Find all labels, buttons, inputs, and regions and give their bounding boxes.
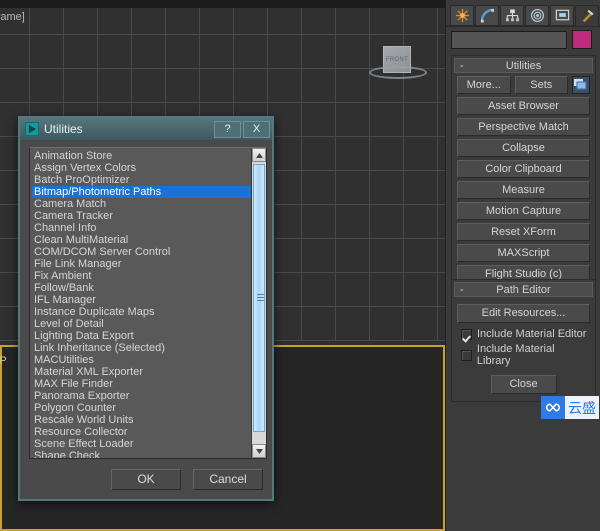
scrollbar-thumb[interactable] bbox=[253, 164, 265, 432]
display-tab[interactable] bbox=[550, 5, 574, 26]
viewcube-ring-icon[interactable] bbox=[369, 66, 427, 79]
include-material-editor-row[interactable]: Include Material Editor bbox=[452, 326, 595, 341]
utilities-list[interactable]: Animation Store Assign Vertex Colors Batch… bbox=[29, 147, 267, 459]
utilities-top-button-row: More... Sets bbox=[452, 76, 595, 97]
ok-button[interactable]: OK bbox=[111, 469, 181, 490]
list-item[interactable]: Assign Vertex Colors bbox=[32, 162, 251, 174]
watermark-badge: 云盛 bbox=[541, 396, 599, 419]
infinity-cloud-icon bbox=[541, 396, 565, 419]
object-name-row bbox=[451, 30, 592, 49]
wheel-icon bbox=[530, 9, 544, 22]
list-item[interactable]: Camera Tracker bbox=[32, 210, 251, 222]
path-editor-rollout-header[interactable]: - Path Editor bbox=[454, 282, 593, 297]
list-item[interactable]: File Link Manager bbox=[32, 258, 251, 270]
asset-browser-button[interactable]: Asset Browser bbox=[457, 97, 590, 115]
list-item[interactable]: Channel Info bbox=[32, 222, 251, 234]
path-editor-rollout: - Path Editor Edit Resources... Include … bbox=[451, 279, 596, 402]
sets-button[interactable]: Sets bbox=[514, 76, 568, 94]
list-item[interactable]: Clean MultiMaterial bbox=[32, 234, 251, 246]
include-material-editor-checkbox[interactable] bbox=[461, 328, 472, 340]
path-editor-close-button[interactable]: Close bbox=[490, 375, 557, 394]
list-item[interactable]: Scene Effect Loader bbox=[32, 438, 251, 450]
sets-config-icon[interactable] bbox=[572, 76, 590, 94]
list-item[interactable]: Link Inheritance (Selected) bbox=[32, 342, 251, 354]
help-button[interactable]: ? bbox=[214, 120, 241, 138]
cancel-button[interactable]: Cancel bbox=[193, 469, 263, 490]
list-item[interactable]: Lighting Data Export bbox=[32, 330, 251, 342]
viewport-label-front[interactable]: [Wireframe] bbox=[0, 11, 25, 23]
include-material-library-label: Include Material Library bbox=[476, 343, 555, 367]
monitor-icon bbox=[555, 9, 569, 21]
list-item[interactable]: MAX File Finder bbox=[32, 378, 251, 390]
hierarchy-icon bbox=[505, 9, 519, 22]
object-name-input[interactable] bbox=[451, 30, 567, 49]
dialog-title: Utilities bbox=[44, 122, 83, 136]
utilities-rollout: - Utilities More... Sets Asset Browser P… bbox=[451, 55, 596, 290]
list-item[interactable]: Material XML Exporter bbox=[32, 366, 251, 378]
app-icon bbox=[25, 122, 39, 136]
modify-tab[interactable] bbox=[475, 5, 499, 26]
reset-xform-button[interactable]: Reset XForm bbox=[457, 223, 590, 241]
dialog-body: Animation Store Assign Vertex Colors Batch… bbox=[20, 140, 272, 499]
command-panel: - Utilities More... Sets Asset Browser P… bbox=[445, 0, 600, 531]
color-clipboard-button[interactable]: Color Clipboard bbox=[457, 160, 590, 178]
collapse-button[interactable]: Collapse bbox=[457, 139, 590, 157]
list-scrollbar[interactable] bbox=[251, 148, 266, 458]
path-editor-rollout-title: Path Editor bbox=[496, 284, 551, 296]
list-item[interactable]: Instance Duplicate Maps bbox=[32, 306, 251, 318]
list-item[interactable]: Bitmap/Photometric Paths bbox=[32, 186, 251, 198]
motion-capture-button[interactable]: Motion Capture bbox=[457, 202, 590, 220]
utilities-list-items: Animation Store Assign Vertex Colors Batch… bbox=[30, 148, 251, 458]
path-editor-collapse-icon[interactable]: - bbox=[460, 283, 464, 297]
include-material-library-checkbox[interactable] bbox=[461, 349, 472, 361]
viewport-label-perspective[interactable]: e ] [ P bbox=[0, 355, 7, 367]
list-item[interactable]: Follow/Bank bbox=[32, 282, 251, 294]
dialog-button-row: OK Cancel bbox=[20, 469, 263, 490]
list-item[interactable]: Batch ProOptimizer bbox=[32, 174, 251, 186]
list-item[interactable]: Level of Detail bbox=[32, 318, 251, 330]
hammer-icon bbox=[582, 9, 594, 23]
dialog-titlebar[interactable]: Utilities ? X bbox=[20, 118, 272, 140]
utilities-rollout-header[interactable]: - Utilities bbox=[454, 58, 593, 73]
list-item[interactable]: Shape Check bbox=[32, 450, 251, 458]
watermark-text: 云盛 bbox=[565, 396, 599, 419]
object-color-swatch[interactable] bbox=[572, 30, 592, 49]
utilities-dialog: Utilities ? X Animation Store Assign Vert… bbox=[18, 116, 274, 501]
list-item[interactable]: MACUtilities bbox=[32, 354, 251, 366]
utilities-tab[interactable] bbox=[575, 5, 599, 26]
list-item[interactable]: Panorama Exporter bbox=[32, 390, 251, 402]
list-item[interactable]: Fix Ambient bbox=[32, 270, 251, 282]
create-tab[interactable] bbox=[450, 5, 474, 26]
measure-button[interactable]: Measure bbox=[457, 181, 590, 199]
more-button[interactable]: More... bbox=[457, 76, 511, 94]
utilities-rollout-title: Utilities bbox=[505, 60, 542, 72]
perspective-match-button[interactable]: Perspective Match bbox=[457, 118, 590, 136]
command-panel-tabs bbox=[450, 5, 599, 26]
arc-icon bbox=[480, 8, 494, 23]
include-material-library-row[interactable]: Include Material Library bbox=[452, 341, 595, 368]
list-item[interactable]: IFL Manager bbox=[32, 294, 251, 306]
scroll-up-icon[interactable] bbox=[252, 148, 266, 162]
list-item[interactable]: Resource Collector bbox=[32, 426, 251, 438]
motion-tab[interactable] bbox=[525, 5, 549, 26]
maxscript-button[interactable]: MAXScript bbox=[457, 244, 590, 262]
include-material-editor-label: Include Material Editor bbox=[477, 328, 587, 340]
list-item[interactable]: Camera Match bbox=[32, 198, 251, 210]
star-icon bbox=[455, 8, 469, 23]
close-button[interactable]: X bbox=[243, 120, 270, 138]
list-item[interactable]: Polygon Counter bbox=[32, 402, 251, 414]
list-item[interactable]: Rescale World Units bbox=[32, 414, 251, 426]
list-item[interactable]: COM/DCOM Server Control bbox=[32, 246, 251, 258]
hierarchy-tab[interactable] bbox=[500, 5, 524, 26]
scrollbar-grip-icon bbox=[257, 294, 264, 301]
scroll-down-icon[interactable] bbox=[252, 444, 266, 458]
utilities-collapse-icon[interactable]: - bbox=[460, 59, 464, 73]
edit-resources-button[interactable]: Edit Resources... bbox=[457, 304, 590, 323]
list-item[interactable]: Animation Store bbox=[32, 150, 251, 162]
